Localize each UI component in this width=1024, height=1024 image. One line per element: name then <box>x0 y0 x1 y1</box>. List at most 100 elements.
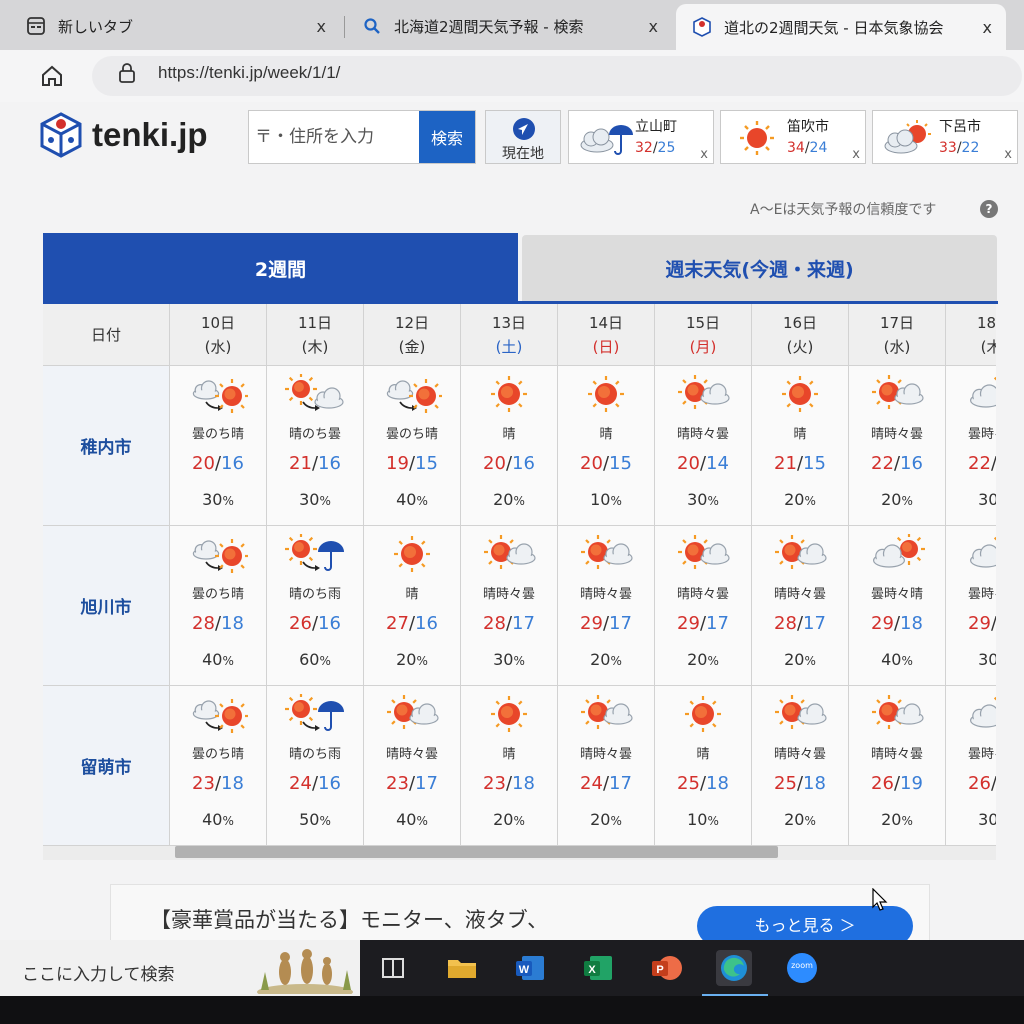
high-temp: 20 <box>580 453 603 474</box>
precip-probability: 10% <box>655 810 751 829</box>
precip-unit: % <box>901 654 913 668</box>
precip-value: 20 <box>784 810 805 829</box>
current-location-button[interactable]: 現在地 <box>485 110 561 164</box>
tab-close-icon[interactable]: x <box>649 17 658 36</box>
low-temp: 16 <box>512 453 535 474</box>
date-label: 16日 <box>782 314 818 332</box>
history-temps: 33/22 <box>939 140 979 156</box>
precip-value: 20 <box>590 810 611 829</box>
zoom-label: zoom <box>791 961 813 970</box>
city-name-cell[interactable]: 留萌市 <box>43 686 170 846</box>
forecast-cell: 曇時々晴 22/16 30% <box>946 366 996 526</box>
url-text[interactable]: https://tenki.jp/week/1/1/ <box>158 63 340 83</box>
high-temp: 28 <box>774 613 797 634</box>
temperature: 29/18 <box>946 613 996 634</box>
browser-tab-new-tab[interactable]: 新しいタブ x <box>0 6 340 46</box>
history-close-icon[interactable]: x <box>852 147 860 162</box>
precip-value: 30 <box>299 490 320 509</box>
cloud-sun-icon <box>964 694 996 734</box>
precip-probability: 30% <box>946 650 996 669</box>
home-icon[interactable] <box>38 62 66 90</box>
tab-close-icon[interactable]: x <box>317 17 326 36</box>
meerkat-illustration-icon <box>255 942 355 1000</box>
temperature: 29/17 <box>558 613 654 634</box>
edge-icon[interactable] <box>716 950 752 986</box>
new-tab-icon <box>26 16 46 36</box>
excel-icon[interactable]: X <box>580 950 616 986</box>
precip-value: 50 <box>299 810 320 829</box>
tab-two-weeks[interactable]: 2週間 <box>43 233 518 303</box>
tenki-favicon-icon <box>692 17 712 37</box>
weather-text: 曇のち晴 <box>191 587 244 602</box>
low-temp: 16 <box>318 613 341 634</box>
slash: / <box>991 453 996 474</box>
forecast-cell: 晴時々曇 20/14 30% <box>655 366 752 526</box>
zoom-icon[interactable]: zoom <box>784 950 820 986</box>
city-name[interactable]: 旭川市 <box>81 593 132 618</box>
high-temp: 26 <box>968 773 991 794</box>
forecast-cell: 晴時々曇 28/17 30% <box>461 526 558 686</box>
high-temp: 20 <box>677 453 700 474</box>
tenki-logo[interactable]: tenki.jp <box>40 112 208 158</box>
city-name-cell[interactable]: 旭川市 <box>43 526 170 686</box>
taskbar-search[interactable]: ここに入力して検索 <box>0 940 360 1000</box>
sun-icon <box>576 374 636 414</box>
weekday-label: (木) <box>980 338 996 356</box>
file-explorer-icon[interactable] <box>444 950 480 986</box>
weather-text: 晴 <box>405 587 419 602</box>
browser-tab-search[interactable]: 北海道2週間天気予報 - 検索 x <box>336 6 672 46</box>
address-search-input[interactable] <box>253 121 417 153</box>
precip-probability: 50% <box>267 810 363 829</box>
temperature: 19/15 <box>364 453 460 474</box>
temperature: 26/16 <box>267 613 363 634</box>
history-item[interactable]: 立山町 32/25 x <box>568 110 714 164</box>
history-item[interactable]: 下呂市 33/22 x <box>872 110 1018 164</box>
lock-icon[interactable] <box>118 62 136 84</box>
weather-text: 晴のち曇 <box>288 427 341 442</box>
browser-tab-active[interactable]: 道北の2週間天気 - 日本気象協会 x <box>676 4 1006 50</box>
history-close-icon[interactable]: x <box>700 147 708 162</box>
precip-value: 30 <box>202 490 223 509</box>
search-button[interactable]: 検索 <box>419 111 475 163</box>
precip-unit: % <box>610 654 622 668</box>
cloud-then-sun-icon <box>382 374 443 414</box>
high-temp: 22 <box>968 453 991 474</box>
low-temp: 18 <box>512 773 535 794</box>
date-column-header: 11日 (木) <box>267 304 364 366</box>
temperature: 22/16 <box>849 453 945 474</box>
screen-bezel <box>0 996 1024 1024</box>
precip-unit: % <box>222 494 234 508</box>
browser-tab-label: 北海道2週間天気予報 - 検索 <box>394 17 584 36</box>
high-temp: 23 <box>386 773 409 794</box>
temperature: 25/18 <box>655 773 751 794</box>
city-name[interactable]: 留萌市 <box>81 753 132 778</box>
high-temp: 26 <box>289 613 312 634</box>
tab-close-icon[interactable]: x <box>983 18 992 37</box>
forecast-cell: 晴 23/18 20% <box>461 686 558 846</box>
city-name-cell[interactable]: 稚内市 <box>43 366 170 526</box>
weather-text: 晴時々曇 <box>773 747 826 762</box>
precip-probability: 10% <box>558 490 654 509</box>
history-close-icon[interactable]: x <box>1004 147 1012 162</box>
temperature: 23/18 <box>461 773 557 794</box>
precip-probability: 20% <box>752 490 848 509</box>
forecast-cell: 曇時々晴 29/18 40% <box>849 526 946 686</box>
date-column-header: 10日 (水) <box>170 304 267 366</box>
powerpoint-icon[interactable]: P <box>648 950 684 986</box>
scrollbar-thumb[interactable] <box>175 846 778 858</box>
search-icon <box>362 16 382 36</box>
history-item[interactable]: 笛吹市 34/24 x <box>720 110 866 164</box>
city-name[interactable]: 稚内市 <box>81 433 132 458</box>
task-view-icon[interactable] <box>375 950 411 986</box>
high-temp: 27 <box>386 613 409 634</box>
precip-unit: % <box>610 494 622 508</box>
date-column-header: 16日 (火) <box>752 304 849 366</box>
tab-weekend[interactable]: 週末天気(今週・来週) <box>522 235 997 301</box>
help-icon[interactable]: ? <box>980 200 998 218</box>
forecast-cell: 曇時々晴 26/18 30% <box>946 686 996 846</box>
high-temp: 23 <box>483 773 506 794</box>
weather-text: 曇時々晴 <box>967 587 996 602</box>
word-icon[interactable]: W <box>512 950 548 986</box>
low-temp: 17 <box>609 773 632 794</box>
precip-probability: 20% <box>558 810 654 829</box>
